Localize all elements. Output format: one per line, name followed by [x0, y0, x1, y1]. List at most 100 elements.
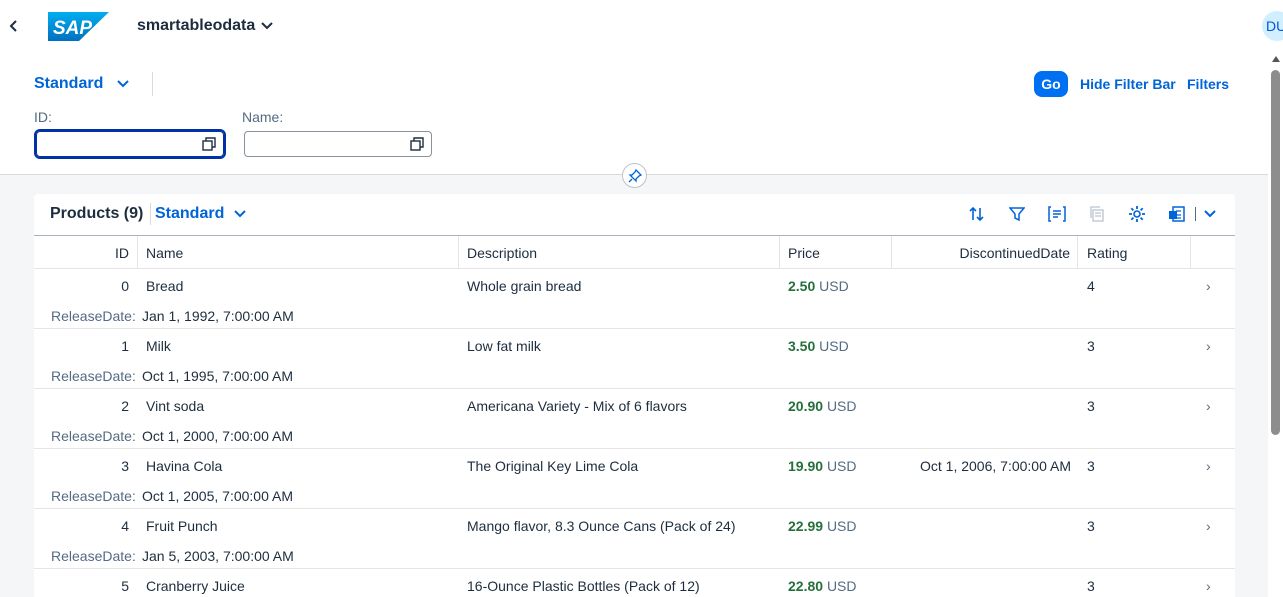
cell-rating: 3 — [1087, 458, 1095, 474]
divider — [152, 72, 153, 96]
chevron-right-icon[interactable]: › — [1206, 398, 1211, 414]
table-variant-management[interactable]: Standard — [155, 205, 247, 223]
filters-button[interactable]: Filters — [1187, 76, 1229, 92]
column-header-discontinued-date[interactable]: DiscontinuedDate — [891, 245, 1070, 261]
shell-bar: SAP smartableodata DU — [0, 0, 1283, 52]
copy-button[interactable] — [1087, 204, 1107, 224]
column-separator — [1190, 236, 1191, 268]
go-button[interactable]: Go — [1034, 71, 1068, 97]
cell-id: 3 — [121, 458, 129, 474]
column-header-id[interactable]: ID — [34, 245, 129, 261]
cell-name: Cranberry Juice — [146, 578, 245, 594]
group-button[interactable] — [1047, 204, 1067, 224]
price-currency: USD — [826, 578, 857, 594]
cell-discontinued-date: Oct 1, 2006, 7:00:00 AM — [920, 458, 1071, 474]
popin-release-date: Jan 1, 1992, 7:00:00 AM — [142, 308, 294, 324]
table-row[interactable]: 4 Fruit Punch Mango flavor, 8.3 Ounce Ca… — [34, 509, 1235, 569]
scroll-up-arrow-icon[interactable] — [1272, 56, 1280, 62]
chevron-down-icon — [1204, 210, 1216, 218]
filter-button[interactable] — [1007, 204, 1027, 224]
variant-management[interactable]: Standard — [34, 75, 130, 93]
popin-release-date: Oct 1, 1995, 7:00:00 AM — [142, 368, 293, 384]
price-currency: USD — [826, 398, 857, 414]
sort-button[interactable] — [967, 204, 987, 224]
divider — [150, 203, 151, 225]
popin-label-release-date: ReleaseDate: — [51, 488, 136, 504]
popin-label-release-date: ReleaseDate: — [51, 368, 136, 384]
column-header-description[interactable]: Description — [467, 245, 537, 261]
cell-rating: 3 — [1087, 518, 1095, 534]
chevron-right-icon[interactable]: › — [1206, 518, 1211, 534]
chevron-right-icon[interactable]: › — [1206, 578, 1211, 594]
settings-icon — [1129, 206, 1145, 222]
variant-label: Standard — [34, 75, 104, 92]
table-row[interactable]: 3 Havina Cola The Original Key Lime Cola… — [34, 449, 1235, 509]
price-currency: USD — [826, 518, 857, 534]
cell-description: Low fat milk — [467, 338, 541, 354]
popin-label-release-date: ReleaseDate: — [51, 548, 136, 564]
cell-rating: 3 — [1087, 398, 1095, 414]
price-value: 19.90 — [788, 458, 824, 474]
table-row[interactable]: 5 Cranberry Juice 16-Ounce Plastic Bottl… — [34, 569, 1235, 597]
cell-id: 2 — [121, 398, 129, 414]
export-button[interactable] — [1167, 204, 1187, 224]
cell-id: 4 — [121, 518, 129, 534]
page-scrollbar[interactable] — [1268, 52, 1283, 597]
price-value: 22.80 — [788, 578, 824, 594]
export-icon — [1169, 206, 1185, 222]
price-value: 20.90 — [788, 398, 824, 414]
pin-header-button[interactable] — [622, 163, 647, 188]
column-separator — [458, 236, 459, 268]
price-value: 22.99 — [788, 518, 824, 534]
chevron-left-icon — [9, 20, 17, 32]
sort-icon — [969, 206, 984, 222]
column-separator — [779, 236, 780, 268]
chevron-down-icon — [117, 80, 130, 88]
copy-icon — [1090, 206, 1104, 222]
group-icon — [1048, 206, 1066, 222]
price-currency: USD — [819, 338, 849, 354]
id-field[interactable] — [34, 129, 226, 159]
chevron-right-icon[interactable]: › — [1206, 278, 1211, 294]
cell-price: 19.90 USD — [788, 458, 857, 474]
popin-release-date: Oct 1, 2000, 7:00:00 AM — [142, 428, 293, 444]
cell-price: 22.99 USD — [788, 518, 857, 534]
name-field[interactable] — [244, 131, 432, 157]
cell-description: 16-Ounce Plastic Bottles (Pack of 12) — [467, 578, 700, 594]
cell-name: Milk — [146, 338, 171, 354]
cell-name: Fruit Punch — [146, 518, 218, 534]
avatar-initials: DU — [1266, 18, 1283, 34]
cell-description: The Original Key Lime Cola — [467, 458, 639, 474]
price-currency: USD — [819, 278, 849, 294]
cell-price: 20.90 USD — [788, 398, 857, 414]
column-header-price[interactable]: Price — [788, 245, 820, 261]
back-button[interactable] — [4, 14, 24, 38]
price-currency: USD — [826, 458, 857, 474]
column-header-rating[interactable]: Rating — [1087, 245, 1127, 261]
table-row[interactable]: 1 Milk Low fat milk 3.50 USD 3 › Release… — [34, 329, 1235, 389]
smart-table: Products (9) Standard ID Name Descriptio… — [34, 194, 1235, 597]
table-row[interactable]: 2 Vint soda Americana Variety - Mix of 6… — [34, 389, 1235, 449]
popin-release-date: Oct 1, 2005, 7:00:00 AM — [142, 488, 293, 504]
cell-price: 3.50 USD — [788, 338, 849, 354]
app-title-menu[interactable]: smartableodata — [137, 17, 273, 35]
chevron-right-icon[interactable]: › — [1206, 458, 1211, 474]
avatar[interactable]: DU — [1262, 11, 1283, 41]
table-title: Products (9) — [50, 205, 144, 222]
export-menu-button[interactable] — [1200, 204, 1220, 224]
cell-name: Bread — [146, 278, 184, 294]
column-header-name[interactable]: Name — [146, 245, 183, 261]
cell-rating: 3 — [1087, 338, 1095, 354]
value-help-icon[interactable] — [202, 137, 216, 151]
scroll-thumb[interactable] — [1271, 70, 1280, 435]
chevron-right-icon[interactable]: › — [1206, 338, 1211, 354]
column-separator — [1077, 236, 1078, 268]
value-help-icon[interactable] — [410, 137, 424, 151]
sap-logo: SAP — [48, 12, 109, 41]
hide-filter-bar-button[interactable]: Hide Filter Bar — [1080, 76, 1176, 92]
settings-button[interactable] — [1127, 204, 1147, 224]
id-field-label: ID: — [34, 109, 52, 125]
popin-label-release-date: ReleaseDate: — [51, 308, 136, 324]
chevron-down-icon — [261, 22, 273, 30]
table-row[interactable]: 0 Bread Whole grain bread 2.50 USD 4 › R… — [34, 269, 1235, 329]
